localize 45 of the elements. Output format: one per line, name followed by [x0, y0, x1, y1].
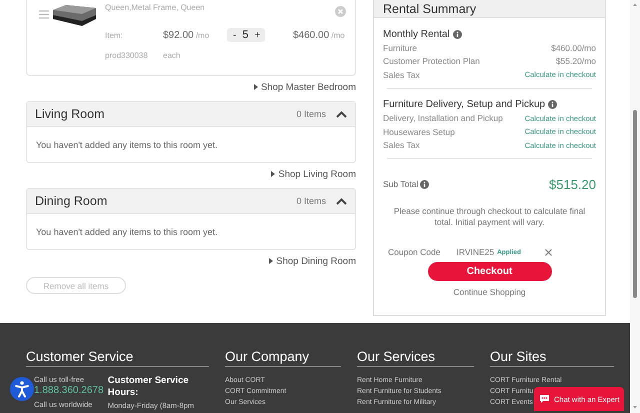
quantity-stepper[interactable]: - 5 + [227, 28, 265, 42]
footer-heading: Our Sites [490, 349, 546, 364]
product-name: Queen,Metal Frame, Queen [105, 3, 206, 12]
room-header[interactable]: Dining Room 0 Items [27, 189, 355, 214]
unit-note: each [163, 51, 180, 60]
summary-label: Sales Tax [383, 70, 420, 80]
room-name: Living Room [35, 107, 106, 121]
shop-room-link[interactable]: Shop Master Bedroom [254, 80, 356, 94]
checkout-button[interactable]: Checkout [428, 262, 552, 281]
checkout-note: Please continue through checkout to calculate final total. Initial payment will vary. [392, 206, 586, 228]
summary-title: Rental Summary [383, 2, 476, 16]
summary-label: Delivery, Installation and Pickup [383, 113, 503, 124]
unit-price: $92.00 /mo [163, 30, 210, 40]
decrease-button[interactable]: - [233, 30, 236, 40]
item-count: 0 Items [296, 196, 326, 206]
summary-label: Housewares Setup [383, 126, 455, 137]
quantity-value: 5 [242, 29, 248, 41]
summary-label: Customer Protection Plan [383, 56, 480, 66]
line-total: $460.00 /mo [293, 30, 345, 40]
hours-heading: Customer Service Hours: [108, 375, 190, 399]
footer-heading: Customer Service [26, 349, 134, 364]
room-header[interactable]: Living Room 0 Items [27, 102, 355, 127]
footer-heading: Our Services [357, 349, 436, 364]
increase-button[interactable]: + [254, 30, 260, 40]
shop-room-link[interactable]: Shop Dining Room [269, 254, 356, 268]
subtotal-label: Sub Total [383, 179, 418, 189]
phone-link[interactable]: 1.888.360.2678 [34, 385, 108, 396]
room-name: Dining Room [35, 194, 108, 208]
summary-label: Sales Tax [383, 140, 420, 150]
summary-label: Furniture [383, 42, 418, 53]
empty-room-message: You haven't added any items to this room yet. [36, 226, 218, 236]
item-count: 0 Items [296, 109, 326, 119]
section-heading: Furniture Delivery, Setup and Pickup [383, 99, 546, 110]
product-sku: prod330038 [105, 51, 149, 60]
empty-room-message: You haven't added any items to this room yet. [36, 140, 218, 150]
item-label: Item: [105, 30, 124, 40]
footer-heading: Our Company [225, 349, 310, 364]
summary-value: $460.00/mo [551, 42, 596, 53]
continue-shopping-link[interactable]: Continue Shopping [453, 287, 526, 297]
coupon-code: IRVINE25 [456, 247, 494, 257]
section-heading: Monthly Rental [383, 28, 450, 40]
summary-value: $55.20/mo [556, 56, 596, 66]
subtotal-value: $515.20 [549, 176, 596, 192]
shop-room-link[interactable]: Shop Living Room [271, 167, 356, 181]
coupon-label: Coupon Code [388, 247, 440, 257]
